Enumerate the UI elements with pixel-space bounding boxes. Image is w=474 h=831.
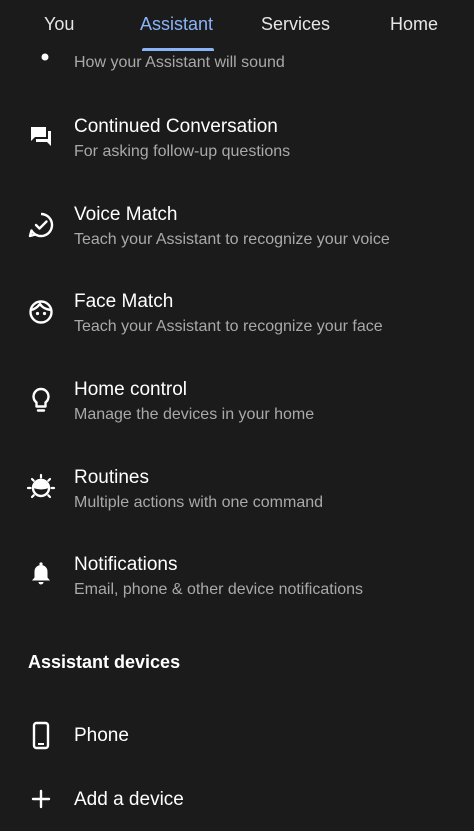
setting-row-face-match[interactable]: Face Match Teach your Assistant to recog… (0, 283, 474, 353)
setting-title: Home control (74, 379, 187, 400)
setting-subtitle: How your Assistant will sound (74, 54, 285, 71)
device-label: Phone (74, 725, 129, 746)
routines-icon (26, 473, 56, 503)
setting-subtitle: For asking follow-up questions (74, 143, 291, 160)
dot-icon (26, 46, 56, 76)
add-device-button[interactable]: Add a device (0, 776, 474, 824)
section-header-assistant-devices: Assistant devices (28, 652, 181, 672)
tab-you[interactable]: You (44, 14, 74, 35)
setting-title: Voice Match (74, 204, 178, 225)
setting-subtitle: Manage the devices in your home (74, 406, 315, 423)
chat-icon (26, 122, 56, 152)
setting-subtitle: Multiple actions with one command (74, 494, 324, 511)
tab-assistant[interactable]: Assistant (140, 14, 213, 35)
setting-row-continued-conversation[interactable]: Continued Conversation For asking follow… (0, 108, 474, 178)
setting-row-routines[interactable]: Routines Multiple actions with one comma… (0, 459, 474, 529)
setting-title: Routines (74, 467, 149, 488)
setting-subtitle: Teach your Assistant to recognize your v… (74, 231, 390, 248)
device-label: Add a device (74, 789, 184, 810)
setting-subtitle: Teach your Assistant to recognize your f… (74, 318, 383, 335)
bell-icon (26, 560, 56, 590)
setting-row-home-control[interactable]: Home control Manage the devices in your … (0, 371, 474, 441)
face-icon (26, 297, 56, 327)
device-row-phone[interactable]: Phone (0, 712, 474, 760)
tab-home[interactable]: Home (390, 14, 438, 35)
setting-row-voice-match[interactable]: Voice Match Teach your Assistant to reco… (0, 196, 474, 266)
setting-row-voice[interactable]: How your Assistant will sound (0, 40, 474, 88)
lightbulb-icon (26, 385, 56, 415)
setting-title: Face Match (74, 291, 174, 312)
phone-icon (26, 721, 56, 751)
setting-row-notifications[interactable]: Notifications Email, phone & other devic… (0, 546, 474, 616)
tab-services[interactable]: Services (261, 14, 330, 35)
setting-subtitle: Email, phone & other device notification… (74, 581, 364, 598)
setting-title: Continued Conversation (74, 116, 278, 137)
setting-title: Notifications (74, 554, 178, 575)
plus-icon (26, 785, 56, 815)
voice-match-icon (26, 210, 56, 240)
